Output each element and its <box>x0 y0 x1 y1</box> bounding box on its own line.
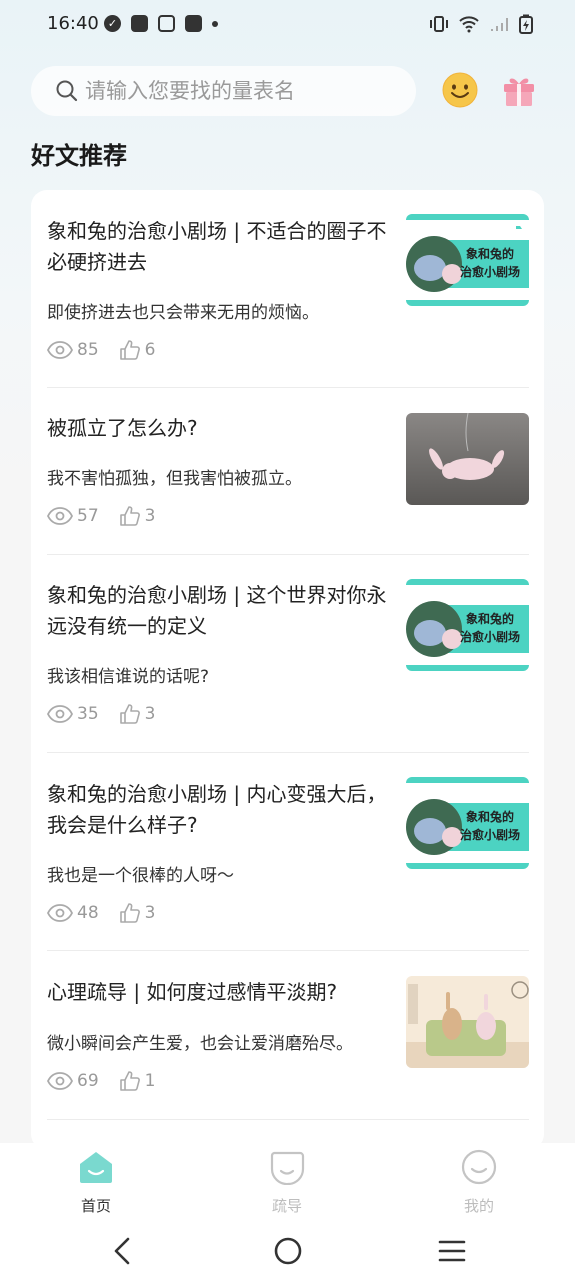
search-input[interactable] <box>85 79 385 103</box>
article-stats: 48 3 <box>47 902 175 924</box>
section-title: 好文推荐 <box>31 142 127 170</box>
views-count: 57 <box>77 506 99 526</box>
search-icon <box>56 80 78 102</box>
nav-home[interactable]: 首页 <box>46 1149 146 1216</box>
views-stat: 85 <box>47 340 99 360</box>
views-count: 85 <box>77 340 99 360</box>
battery-charging-icon <box>519 14 533 34</box>
thumbs-up-icon <box>119 903 140 923</box>
views-count: 69 <box>77 1071 99 1091</box>
article-description: 我也是一个很棒的人呀～ <box>47 866 234 886</box>
views-stat: 35 <box>47 704 99 724</box>
home-icon <box>80 1152 112 1183</box>
thumb-caption-2: 治愈小剧场 <box>460 827 520 842</box>
articles-card: 象和兔的治愈小剧场 | 不适合的圈子不必硬挤进去 即使挤进去也只会带来无用的烦恼… <box>31 190 544 1150</box>
article-stats: 85 6 <box>47 339 175 361</box>
nav-home-label: 首页 <box>80 1197 111 1215</box>
article-description: 我该相信谁说的话呢? <box>47 667 210 687</box>
nav-guide[interactable]: 疏导 <box>237 1149 337 1216</box>
eye-icon <box>47 507 73 525</box>
article-thumbnail <box>406 413 529 505</box>
thumb-caption-1: 象和兔的 <box>466 246 514 261</box>
thumb-caption-1: 象和兔的 <box>466 611 514 626</box>
article-stats: 57 3 <box>47 505 175 527</box>
system-navigation-bar <box>0 1223 575 1280</box>
search-bar[interactable] <box>31 66 416 116</box>
article-thumbnail <box>406 976 529 1068</box>
recent-apps-icon[interactable] <box>438 1238 466 1264</box>
nav-mine[interactable]: 我的 <box>429 1149 529 1216</box>
likes-count: 6 <box>144 340 156 360</box>
likes-stat[interactable]: 3 <box>119 505 156 527</box>
likes-stat[interactable]: 6 <box>119 339 156 361</box>
article-item[interactable]: 象和兔的治愈小剧场 | 这个世界对你永远没有统一的定义 我该相信谁说的话呢? 3… <box>47 555 529 753</box>
views-count: 48 <box>77 903 99 923</box>
back-icon[interactable] <box>110 1237 134 1265</box>
nav-mine-label: 我的 <box>463 1197 494 1215</box>
likes-count: 3 <box>144 903 156 923</box>
thumbs-up-icon <box>119 506 140 526</box>
vibrate-icon <box>430 16 448 32</box>
article-item[interactable]: 心理疏导 | 如何度过感情平淡期? 微小瞬间会产生爱，也会让爱消磨殆尽。 69 … <box>47 951 529 1120</box>
gift-icon[interactable] <box>502 72 536 108</box>
article-title: 象和兔的治愈小剧场 | 这个世界对你永远没有统一的定义 <box>47 583 387 638</box>
check-circle-icon: ✓ <box>104 15 121 32</box>
home-circle-icon[interactable] <box>273 1236 303 1266</box>
more-notifications-dot-icon <box>212 20 218 27</box>
views-count: 35 <box>77 704 99 724</box>
views-stat: 48 <box>47 903 99 923</box>
nav-guide-label: 疏导 <box>271 1197 302 1215</box>
article-item[interactable]: 象和兔的治愈小剧场 | 不适合的圈子不必硬挤进去 即使挤进去也只会带来无用的烦恼… <box>47 190 529 388</box>
profile-face-icon <box>461 1149 497 1185</box>
signal-icon <box>491 18 508 31</box>
article-title: 心理疏导 | 如何度过感情平淡期? <box>47 980 338 1004</box>
thumb-caption-2: 治愈小剧场 <box>460 264 520 279</box>
notification-icons: ✓ <box>104 15 218 32</box>
likes-stat[interactable]: 3 <box>119 703 156 725</box>
likes-stat[interactable]: 3 <box>119 902 156 924</box>
article-item[interactable]: 象和兔的治愈小剧场 | 内心变强大后，我会是什么样子? 我也是一个很棒的人呀～ … <box>47 753 529 951</box>
article-title: 被孤立了怎么办? <box>47 416 198 440</box>
guide-face-icon <box>270 1151 305 1186</box>
article-thumbnail: 象和兔的 治愈小剧场 <box>406 214 529 306</box>
app-notification-icon <box>131 15 148 32</box>
article-stats: 35 3 <box>47 703 175 725</box>
system-status-icons <box>429 14 533 34</box>
article-description: 微小瞬间会产生爱，也会让爱消磨殆尽。 <box>47 1034 353 1054</box>
status-bar: 16:40 ✓ <box>0 0 575 48</box>
article-stats: 69 1 <box>47 1070 175 1092</box>
likes-count: 3 <box>144 704 156 724</box>
thumb-caption-1: 象和兔的 <box>466 809 514 824</box>
article-title: 象和兔的治愈小剧场 | 内心变强大后，我会是什么样子? <box>47 782 387 837</box>
eye-icon <box>47 904 73 922</box>
likes-stat[interactable]: 1 <box>119 1070 156 1092</box>
article-title: 象和兔的治愈小剧场 | 不适合的圈子不必硬挤进去 <box>47 219 387 274</box>
mail-notification-icon <box>185 15 202 32</box>
chat-notification-icon <box>158 15 175 32</box>
bottom-navigation: 首页 疏导 我的 <box>0 1143 575 1223</box>
article-thumbnail: 象和兔的 治愈小剧场 <box>406 777 529 869</box>
wifi-icon <box>459 16 479 33</box>
likes-count: 1 <box>144 1071 156 1091</box>
smiley-mood-icon[interactable] <box>442 72 478 108</box>
article-item[interactable]: 被孤立了怎么办? 我不害怕孤独，但我害怕被孤立。 57 3 <box>47 388 529 555</box>
eye-icon <box>47 341 73 359</box>
eye-icon <box>47 705 73 723</box>
article-thumbnail: 象和兔的 治愈小剧场 <box>406 579 529 671</box>
eye-icon <box>47 1072 73 1090</box>
thumb-caption-2: 治愈小剧场 <box>460 629 520 644</box>
article-description: 我不害怕孤独，但我害怕被孤立。 <box>47 469 302 489</box>
thumbs-up-icon <box>119 1071 140 1091</box>
thumbs-up-icon <box>119 704 140 724</box>
views-stat: 69 <box>47 1071 99 1091</box>
status-time: 16:40 <box>47 13 99 34</box>
likes-count: 3 <box>144 506 156 526</box>
views-stat: 57 <box>47 506 99 526</box>
article-description: 即使挤进去也只会带来无用的烦恼。 <box>47 303 319 323</box>
thumbs-up-icon <box>119 340 140 360</box>
